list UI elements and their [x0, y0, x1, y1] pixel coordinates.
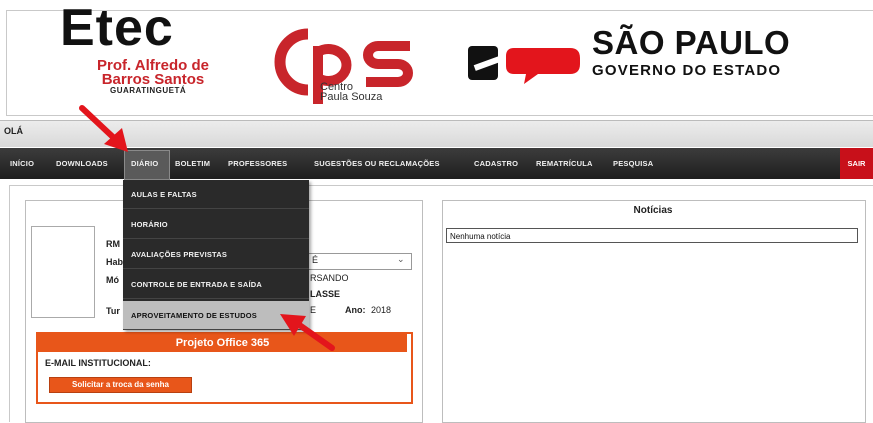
- office365-title: Projeto Office 365: [38, 334, 407, 352]
- ano-value: 2018: [371, 305, 392, 315]
- request-password-change-button[interactable]: Solicitar a troca da senha: [49, 377, 192, 393]
- sp-state-emblem: [468, 46, 580, 84]
- menu-item-aulas-e-faltas[interactable]: AULAS E FALTAS: [123, 180, 309, 209]
- etec-logo-line2: Barros Santos: [101, 71, 205, 88]
- nav-inicio[interactable]: INÍCIO: [10, 148, 34, 179]
- nav-pesquisa[interactable]: PESQUISA: [613, 148, 653, 179]
- menu-item-avaliacoes-previstas[interactable]: AVALIAÇÕES PREVISTAS: [123, 240, 309, 269]
- nav-rematricula[interactable]: REMATRÍCULA: [536, 148, 593, 179]
- turma-label: Tur: [106, 306, 120, 316]
- sp-title: SÃO PAULO: [592, 24, 791, 61]
- nav-sugestoes[interactable]: SUGESTÕES OU RECLAMAÇÕES: [314, 148, 440, 179]
- class-value: LASSE: [310, 289, 341, 299]
- nav-boletim[interactable]: BOLETIM: [175, 148, 210, 179]
- menu-item-controle-entrada-saida[interactable]: CONTROLE DE ENTRADA E SAÍDA: [123, 270, 309, 299]
- habilitacao-value: É: [312, 255, 319, 265]
- etec-logo: Etec: [60, 0, 174, 57]
- annotation-arrow-icon: [79, 105, 128, 152]
- menu-item-horario[interactable]: HORÁRIO: [123, 210, 309, 239]
- nav-cadastro[interactable]: CADASTRO: [474, 148, 518, 179]
- institutional-email-label: E-MAIL INSTITUCIONAL:: [45, 358, 151, 368]
- ano-label: Ano:: [345, 305, 366, 315]
- student-photo: [31, 226, 95, 318]
- exit-button[interactable]: SAIR: [840, 148, 873, 179]
- news-title: Notícias: [633, 205, 673, 216]
- cps-logo-line2: Paula Souza: [320, 91, 383, 103]
- rm-label: RM: [106, 239, 120, 249]
- etec-logo-city: GUARATINGUETÁ: [110, 86, 187, 95]
- nav-professores[interactable]: PROFESSORES: [228, 148, 287, 179]
- sp-subtitle: GOVERNO DO ESTADO: [592, 62, 782, 79]
- modulo-label: Mó: [106, 275, 119, 285]
- greeting-text: OLÁ: [4, 126, 23, 136]
- annotation-arrow-icon: [280, 314, 335, 351]
- news-content: Nenhuma notícia: [446, 228, 858, 243]
- chevron-down-icon: ⌄: [397, 254, 405, 264]
- status-value: RSANDO: [310, 273, 349, 283]
- habilitacao-label: Hab: [106, 257, 124, 267]
